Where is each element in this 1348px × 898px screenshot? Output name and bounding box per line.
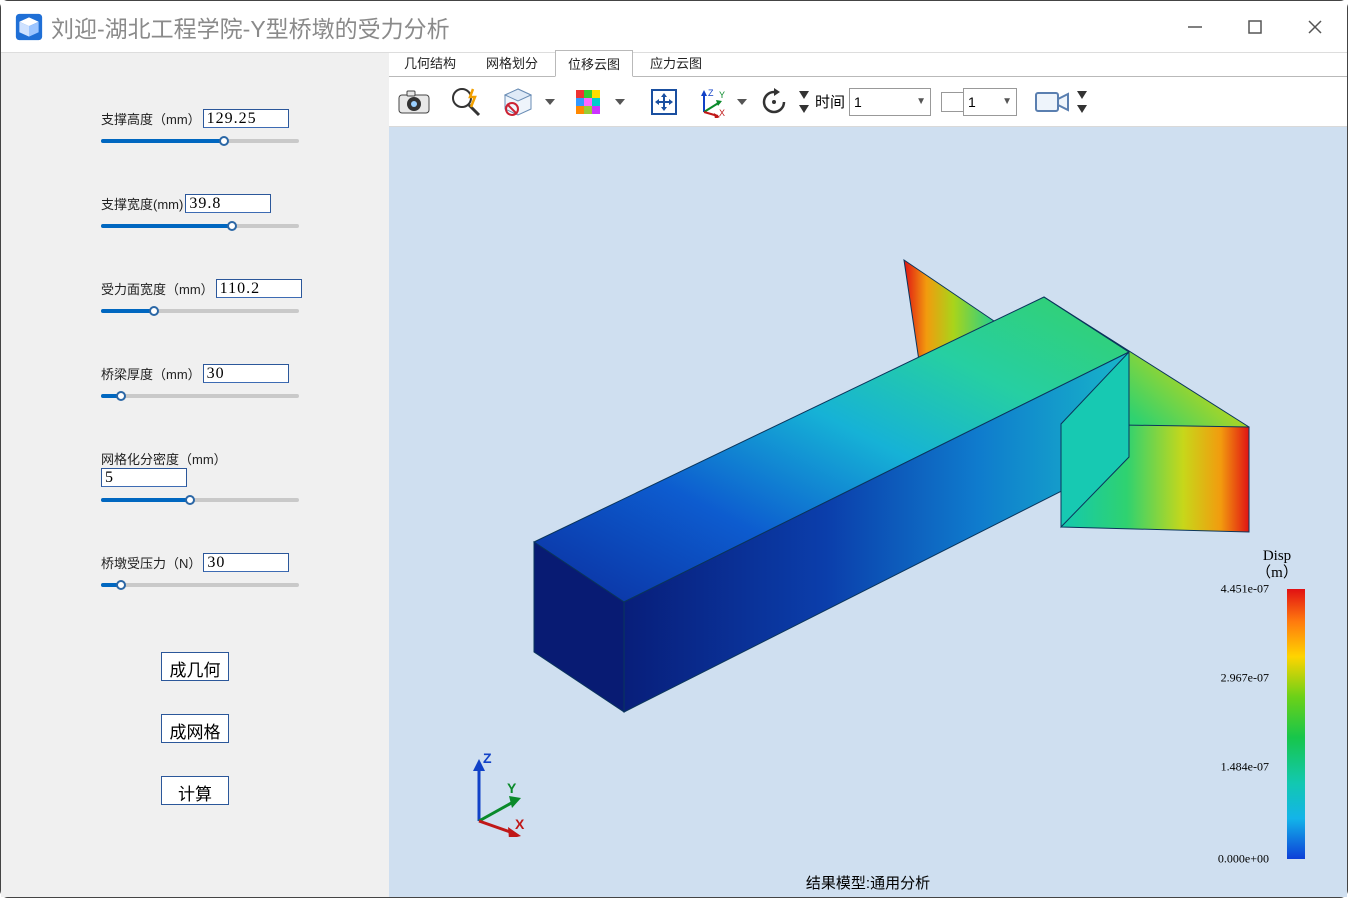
title-bar: 刘迎-湖北工程学院-Y型桥墩的受力分析 [1, 1, 1347, 53]
svg-text:X: X [515, 816, 525, 832]
param-label: 网格化分密度（mm） [101, 449, 227, 468]
view-cube-button[interactable] [495, 79, 541, 125]
window-title: 刘迎-湖北工程学院-Y型桥墩的受力分析 [51, 10, 450, 44]
axis-orient-button[interactable]: Z Y X [687, 79, 733, 125]
param-row: 桥墩受压力（N）30 [101, 553, 303, 592]
window-maximize-button[interactable] [1225, 7, 1285, 47]
svg-text:Y: Y [507, 780, 517, 796]
chevron-down-icon: ▼ [1002, 96, 1012, 107]
param-slider[interactable] [101, 389, 299, 403]
view-cube-dropdown[interactable] [541, 79, 559, 125]
param-slider[interactable] [101, 134, 299, 148]
param-slider[interactable] [101, 493, 299, 507]
param-label: 支撑宽度(mm) [101, 194, 183, 213]
param-label: 桥墩受压力（N） [101, 553, 201, 572]
toolbar-overflow-left[interactable] [797, 79, 811, 125]
param-label: 支撑高度（mm） [101, 109, 201, 128]
tabs-bar: 几何结构网格划分位移云图应力云图 [389, 53, 1347, 77]
time-label: 时间 [815, 91, 845, 112]
window-close-button[interactable] [1285, 7, 1345, 47]
param-input[interactable]: 110.2 [216, 279, 302, 298]
toolbar-overflow-right[interactable] [1075, 79, 1089, 125]
param-row: 受力面宽度（mm）110.2 [101, 279, 303, 318]
param-slider[interactable] [101, 304, 299, 318]
param-input[interactable]: 5 [101, 468, 187, 487]
tab-2[interactable]: 位移云图 [555, 50, 633, 77]
legend-mid2: 1.484e-07 [1221, 759, 1269, 774]
param-label: 受力面宽度（mm） [101, 279, 214, 298]
svg-text:Y: Y [719, 90, 725, 100]
step-prev-button[interactable] [941, 92, 963, 112]
param-slider[interactable] [101, 219, 299, 233]
sidebar-action-button[interactable]: 计算 [161, 776, 229, 805]
color-cube-button[interactable] [565, 79, 611, 125]
sidebar-action-button[interactable]: 成几何 [161, 652, 229, 681]
param-label: 桥梁厚度（mm） [101, 364, 201, 383]
app-logo-icon [15, 13, 43, 41]
fit-view-button[interactable] [641, 79, 687, 125]
sidebar-action-button[interactable]: 成网格 [161, 714, 229, 743]
frame-select-value: 1 [968, 94, 976, 110]
camera-button[interactable] [1029, 79, 1075, 125]
legend-unit: （m） [1256, 565, 1298, 581]
viewport-status: 结果模型:通用分析 [389, 872, 1347, 893]
tab-1[interactable]: 网格划分 [473, 49, 551, 76]
svg-text:Z: Z [708, 88, 714, 98]
param-row: 网格化分密度（mm）5 [101, 449, 303, 507]
legend-colorbar-icon [1287, 589, 1305, 859]
time-select-value: 1 [854, 94, 862, 110]
legend-title: Disp [1263, 548, 1291, 564]
param-input[interactable]: 129.25 [203, 109, 289, 128]
viewer-toolbar: Z Y X [389, 77, 1347, 127]
window-minimize-button[interactable] [1165, 7, 1225, 47]
color-legend: Disp （m） 4.451e-07 2.967e-07 1.484e-07 0… [1235, 548, 1319, 859]
app-window: 刘迎-湖北工程学院-Y型桥墩的受力分析 支撑高度（mm）129.25 支撑宽度(m… [0, 0, 1348, 898]
legend-ticks: 4.451e-07 2.967e-07 1.484e-07 0.000e+00 [1209, 589, 1269, 859]
main-area: 几何结构网格划分位移云图应力云图 [389, 53, 1347, 897]
parameter-sidebar: 支撑高度（mm）129.25 支撑宽度(mm)39.8 受力面宽度（mm）110.2… [1, 53, 389, 897]
orientation-triad-icon: Z Y X [459, 749, 539, 837]
param-row: 支撑高度（mm）129.25 [101, 109, 303, 148]
viewport-3d[interactable]: Z Y X Disp （m） [389, 127, 1347, 897]
svg-text:X: X [719, 108, 725, 118]
param-input[interactable]: 30 [203, 553, 289, 572]
chevron-down-icon: ▼ [916, 96, 926, 107]
legend-mid1: 2.967e-07 [1221, 670, 1269, 685]
axis-orient-dropdown[interactable] [733, 79, 751, 125]
param-slider[interactable] [101, 578, 299, 592]
rotate-view-button[interactable] [751, 79, 797, 125]
tab-0[interactable]: 几何结构 [391, 49, 469, 76]
time-select[interactable]: 1 ▼ [849, 88, 931, 116]
param-input[interactable]: 39.8 [185, 194, 271, 213]
svg-text:Z: Z [483, 750, 492, 766]
param-row: 支撑宽度(mm)39.8 [101, 194, 303, 233]
color-cube-dropdown[interactable] [611, 79, 629, 125]
screenshot-button[interactable] [391, 79, 437, 125]
legend-max: 4.451e-07 [1221, 581, 1269, 596]
param-row: 桥梁厚度（mm）30 [101, 364, 303, 403]
zoom-flash-button[interactable] [443, 79, 489, 125]
legend-min: 0.000e+00 [1218, 851, 1269, 866]
frame-select[interactable]: 1 ▼ [963, 88, 1017, 116]
param-input[interactable]: 30 [203, 364, 289, 383]
tab-3[interactable]: 应力云图 [637, 49, 715, 76]
